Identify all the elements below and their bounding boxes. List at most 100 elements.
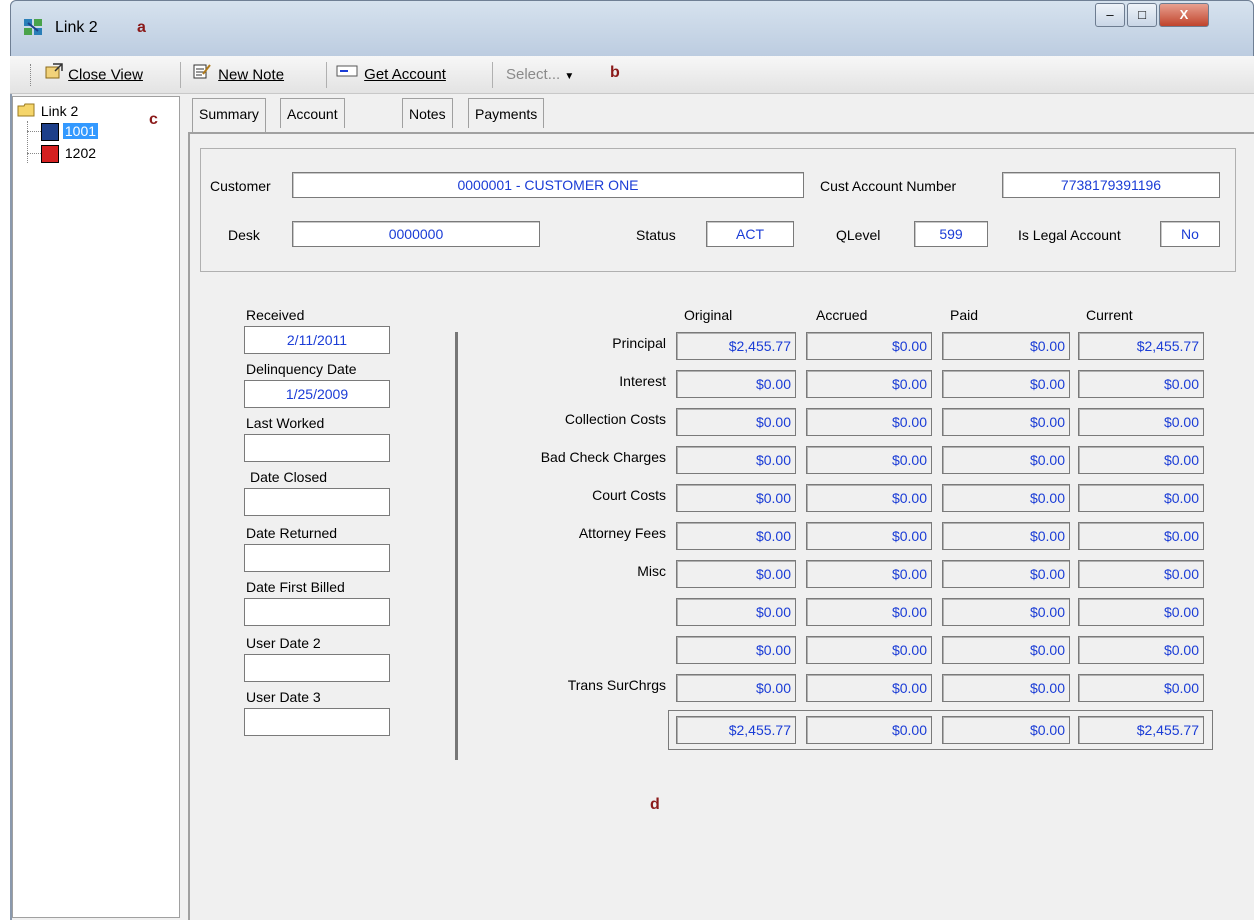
balance-field[interactable]: $0.00 [942,636,1070,664]
get-account-label: Get Account [364,66,446,83]
minimize-button[interactable]: – [1095,3,1125,27]
balance-field[interactable]: $0.00 [942,674,1070,702]
balance-field[interactable]: $0.00 [676,522,796,550]
date-field[interactable]: 1/25/2009 [244,380,390,408]
customer-field[interactable]: 0000001 - CUSTOMER ONE [292,172,804,198]
balance-field[interactable]: $0.00 [1078,370,1204,398]
balance-field[interactable]: $0.00 [676,674,796,702]
select-dropdown[interactable]: Select... ▼ [506,62,574,88]
balance-field[interactable]: $0.00 [676,598,796,626]
desk-field[interactable]: 0000000 [292,221,540,247]
toolbar-separator [180,62,181,88]
select-label: Select... [506,66,561,83]
cust-account-field[interactable]: 7738179391196 [1002,172,1220,198]
balance-field[interactable]: $2,455.77 [676,332,796,360]
maximize-icon: □ [1138,7,1146,22]
balance-field[interactable]: $2,455.77 [1078,332,1204,360]
balance-row-label: Trans SurChrgs [567,677,666,693]
balance-field[interactable]: $0.00 [942,370,1070,398]
balance-field[interactable]: $0.00 [1078,674,1204,702]
balance-field[interactable]: $0.00 [1078,636,1204,664]
tab-summary[interactable]: Summary [192,98,266,132]
balance-field[interactable]: $0.00 [676,560,796,588]
legal-account-field[interactable]: No [1160,221,1220,247]
qlevel-label: QLevel [836,227,881,243]
balance-row-label: Interest [619,373,666,389]
balance-field[interactable]: $0.00 [676,484,796,512]
balance-field[interactable]: $0.00 [942,484,1070,512]
date-field[interactable] [244,708,390,736]
qlevel-field[interactable]: 599 [914,221,988,247]
new-note-icon [192,62,214,89]
date-field[interactable] [244,544,390,572]
balance-row-label: Attorney Fees [578,525,666,541]
account-header-group [200,148,1236,272]
balance-field[interactable]: $0.00 [806,332,932,360]
close-view-button[interactable]: Close View [44,62,143,88]
close-button[interactable]: X [1159,3,1209,27]
date-field[interactable] [244,488,390,516]
balance-field[interactable]: $0.00 [1078,408,1204,436]
desk-label: Desk [228,227,260,243]
new-note-button[interactable]: New Note [192,62,284,88]
toolbar-grip [30,64,33,86]
balance-field[interactable]: $0.00 [1078,484,1204,512]
balance-field[interactable]: $0.00 [942,446,1070,474]
balance-field[interactable]: $0.00 [1078,446,1204,474]
balance-row-label: Bad Check Charges [540,449,666,465]
tree-connector [27,121,41,163]
tree-root[interactable]: Link 2 [17,101,78,121]
balance-field[interactable]: $0.00 [942,408,1070,436]
date-label: Date Closed [250,469,328,485]
tab-account-view[interactable]: Account View [280,98,345,152]
balance-field[interactable]: $0.00 [942,598,1070,626]
cust-account-label: Cust Account Number [820,178,957,194]
balance-field[interactable]: $0.00 [806,560,932,588]
balance-row-label: Principal [612,335,666,351]
balance-field[interactable]: $0.00 [1078,598,1204,626]
balance-field[interactable]: $0.00 [676,446,796,474]
date-field[interactable]: 2/11/2011 [244,326,390,354]
balance-field[interactable]: $0.00 [806,636,932,664]
balance-field[interactable]: $0.00 [942,522,1070,550]
balance-field[interactable]: $0.00 [676,370,796,398]
legal-account-label: Is Legal Account [1018,227,1121,243]
tree-item-1202[interactable]: 1202 [41,143,98,164]
customer-label: Customer [210,178,271,194]
balance-field[interactable]: $0.00 [676,408,796,436]
maximize-button[interactable]: □ [1127,3,1157,27]
column-header: Original [684,307,733,323]
status-field[interactable]: ACT [706,221,794,247]
tree-root-label: Link 2 [40,103,79,119]
balance-field[interactable]: $0.00 [806,446,932,474]
balance-field[interactable]: $0.00 [806,522,932,550]
vertical-divider [455,332,458,760]
close-view-icon [44,62,64,89]
balance-field[interactable]: $0.00 [1078,522,1204,550]
date-label: Date Returned [246,525,338,541]
balance-field[interactable]: $0.00 [806,484,932,512]
balance-row-label: Collection Costs [564,411,666,427]
date-field[interactable] [244,654,390,682]
balance-row-label: Misc [637,563,666,579]
date-label: Received [246,307,305,323]
title-bar[interactable]: Link 2 a – □ X [11,1,1253,57]
get-account-button[interactable]: Get Account [336,62,446,88]
date-label: User Date 3 [246,689,321,705]
balance-field[interactable]: $0.00 [1078,560,1204,588]
balance-field[interactable]: $0.00 [806,370,932,398]
balance-field[interactable]: $0.00 [806,598,932,626]
account-tree[interactable]: Link 2 c 1001 1202 [12,96,180,918]
date-field[interactable] [244,598,390,626]
balance-field[interactable]: $0.00 [942,332,1070,360]
date-field[interactable] [244,434,390,462]
tab-payments[interactable]: Payments [468,98,545,128]
balance-field[interactable]: $0.00 [806,408,932,436]
balance-field[interactable]: $0.00 [806,674,932,702]
minimize-icon: – [1106,7,1114,22]
balance-field[interactable]: $0.00 [676,636,796,664]
window-title: Link 2 [55,19,98,36]
tab-notes[interactable]: Notes [402,98,453,128]
tree-item-1001[interactable]: 1001 [41,121,99,142]
balance-field[interactable]: $0.00 [942,560,1070,588]
